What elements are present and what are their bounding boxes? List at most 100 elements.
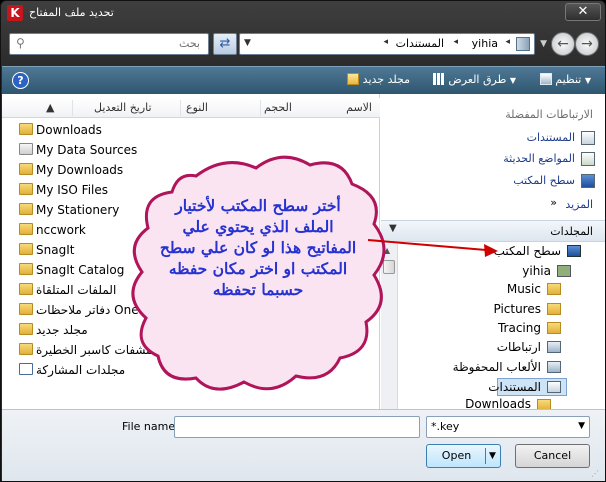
chevron-down-icon: ▼ [389,223,397,234]
new-folder-button[interactable]: مجلد جديد [343,73,410,86]
folder-icon [19,343,33,355]
file-name: My Data Sources [36,143,138,157]
file-row[interactable]: دفاتر ملاحظات OneNote [2,300,380,320]
favorite-link-documents[interactable]: المستندات [527,131,575,144]
chevron-down-icon: ▼ [509,76,516,85]
folders-bar[interactable]: المجلدات ▼ [381,220,605,242]
breadcrumb-item[interactable]: yihia [472,37,498,50]
tree-item-music[interactable]: Music [507,282,541,296]
organize-menu[interactable]: تنظيم ▼ [536,73,595,86]
file-row[interactable]: مجلدات المشاركة [2,360,380,380]
help-icon[interactable]: ? [12,72,29,89]
breadcrumb-separator-icon: ◂ [383,37,388,47]
breadcrumb-item[interactable]: المستندات [396,37,444,50]
chevron-down-icon: ▼ [578,421,585,431]
folder-icon [19,243,33,255]
column-header-size[interactable]: الحجم [264,101,292,114]
folder-icon [19,183,33,195]
folder-icon [547,322,561,334]
file-row[interactable]: معزل لمكتشفات كاسبر الخطيرة [2,340,380,360]
user-folder-icon [557,265,571,277]
file-name: مجلدات المشاركة [36,363,126,377]
open-dropdown-icon[interactable]: ▼ [489,451,496,461]
column-separator [260,100,261,116]
file-row[interactable]: مجلد جديد [2,320,380,340]
file-row[interactable]: Downloads [2,120,380,140]
dialog-footer: File name: *.key ▼ Open ▼ Cancel ⋰ [2,409,605,481]
file-name: My Stationery [36,203,120,217]
folder-icon [19,223,33,235]
favorite-link-desktop[interactable]: سطح المكتب [513,174,575,187]
favorites-more-link[interactable]: المزيد [565,198,593,211]
search-input[interactable]: بحث ⚲ [9,33,209,55]
file-name: My ISO Files [36,183,109,197]
file-name: SnagIt [36,243,75,257]
views-label: طرق العرض [448,73,507,86]
folder-icon [547,303,561,315]
folder-icon [19,263,33,275]
open-split-divider [485,448,486,464]
folder-icon [19,283,33,295]
saved-games-icon [547,361,561,373]
scrollbar-thumb[interactable] [383,260,395,274]
shortcut-folder-icon [19,363,33,375]
cancel-button[interactable]: Cancel [515,444,590,468]
views-grid-icon [432,73,445,85]
desktop-icon [567,245,581,257]
callout-text: أختر سطح المكتب لأختيار الملف الذي يحتوي… [159,196,357,299]
tree-item-yihia[interactable]: yihia [522,264,551,278]
desktop-icon [581,174,595,188]
file-name: nccwork [36,223,86,237]
tree-item-documents[interactable]: المستندات [488,380,541,394]
title-bar: K تحديد ملف المفتاح ✕ [1,1,605,25]
documents-icon [547,381,561,393]
new-folder-label: مجلد جديد [362,73,410,86]
file-name-input[interactable] [174,416,420,438]
views-menu[interactable]: طرق العرض ▼ [429,73,520,86]
new-folder-icon [347,73,360,85]
column-header-row: الاسم ▲ تاريخ التعديل النوع الحجم [2,98,380,118]
tree-item-saved-games[interactable]: الألعاب المحفوظة [453,360,541,374]
forward-button[interactable]: → [575,32,599,56]
organize-icon [539,73,552,85]
file-name-label: File name: [122,420,179,433]
file-type-select[interactable]: *.key ▼ [426,416,590,438]
file-row[interactable]: My Downloads [2,160,380,180]
search-icon: ⚲ [16,36,25,50]
scroll-up-icon[interactable]: ▲ [384,246,390,255]
open-label: Open [441,449,472,462]
column-header-type[interactable]: النوع [186,101,208,114]
column-separator [72,100,73,116]
tree-item-desktop[interactable]: سطح المكتب [494,244,561,258]
address-dropdown-icon[interactable]: ▼ [244,38,251,48]
folder-icon [19,323,33,335]
tree-item-pictures[interactable]: Pictures [493,302,541,316]
documents-icon [581,131,595,145]
column-header-name[interactable]: الاسم [346,101,372,114]
folder-icon [547,283,561,295]
tree-item-tracing[interactable]: Tracing [498,321,541,335]
favorite-link-recent[interactable]: المواضع الحديثة [503,152,575,165]
chevron-double-icon: » [550,196,557,209]
file-name: My Downloads [36,163,124,177]
column-header-date[interactable]: تاريخ التعديل [94,101,152,114]
file-row[interactable]: My Data Sources [2,140,380,160]
refresh-button[interactable]: ⇄ [213,33,237,55]
address-bar[interactable]: ◂ yihia ◂ المستندات ◂ ▼ [239,33,535,55]
folder-icon [516,37,530,51]
tree-item-links[interactable]: ارتباطات [497,340,541,354]
folder-icon [19,123,33,135]
breadcrumb-separator-icon: ◂ [453,37,458,47]
command-toolbar: تنظيم ▼ طرق العرض ▼ مجلد جديد ? [2,66,605,94]
folder-icon [19,203,33,215]
file-name: معزل لمكتشفات كاسبر الخطيرة [36,343,199,357]
resize-grip-icon[interactable]: ⋰ [591,469,601,479]
window-title: تحديد ملف المفتاح [29,6,114,19]
recent-pages-dropdown[interactable]: ▼ [540,39,547,49]
close-button[interactable]: ✕ [565,3,601,21]
folder-icon [19,303,33,315]
back-button[interactable]: ← [551,32,575,56]
chevron-down-icon: ▼ [584,76,591,85]
folders-scrollbar[interactable]: ▲ [381,244,398,409]
folder-icon [19,163,33,175]
